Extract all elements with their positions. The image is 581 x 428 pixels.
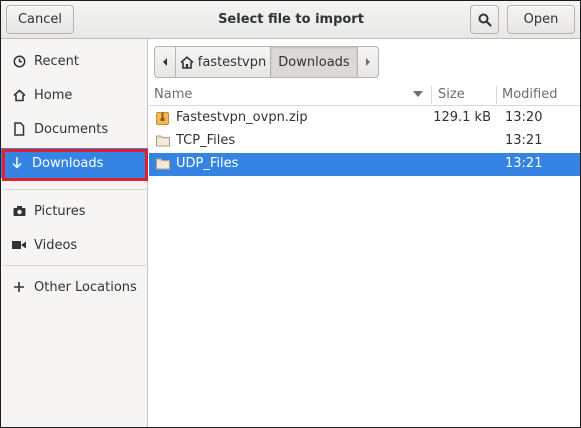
- folder-icon: [156, 134, 170, 148]
- video-icon: [12, 238, 26, 252]
- chevron-right-icon: [366, 58, 370, 66]
- header-bar: Cancel Select file to import Open: [1, 1, 580, 39]
- sidebar-item-label: Other Locations: [34, 279, 137, 295]
- clock-icon: [12, 54, 26, 68]
- file-modified: 13:20: [505, 110, 543, 125]
- document-icon: [12, 122, 26, 136]
- sidebar-separator: [3, 265, 146, 266]
- sidebar-item-pictures[interactable]: Pictures: [3, 196, 147, 226]
- sidebar-item-label: Home: [34, 87, 73, 103]
- file-row[interactable]: Fastestvpn_ovpn.zip 129.1 kB 13:20: [149, 107, 580, 130]
- path-scroll-left-button[interactable]: [154, 46, 176, 78]
- home-icon: [180, 55, 194, 69]
- file-row[interactable]: TCP_Files 13:21: [149, 130, 580, 153]
- file-chooser-dialog: Cancel Select file to import Open Recent…: [0, 0, 581, 428]
- sidebar-item-downloads[interactable]: Downloads: [1, 148, 148, 178]
- home-icon: [12, 88, 26, 102]
- path-bar: fastestvpn Downloads: [154, 46, 379, 78]
- file-modified: 13:21: [505, 133, 543, 148]
- file-name: Fastestvpn_ovpn.zip: [176, 110, 308, 125]
- column-header-size[interactable]: Size: [438, 87, 465, 102]
- column-header-modified[interactable]: Modified: [502, 87, 557, 102]
- sort-descending-icon: [413, 91, 423, 97]
- sidebar-item-label: Documents: [34, 121, 109, 137]
- column-divider[interactable]: [431, 86, 432, 104]
- file-name: TCP_Files: [176, 133, 236, 148]
- sidebar-item-label: Downloads: [32, 155, 104, 171]
- path-button-label: fastestvpn: [197, 54, 267, 70]
- column-divider[interactable]: [496, 86, 497, 104]
- folder-icon: [156, 157, 170, 171]
- sidebar-item-label: Recent: [34, 53, 79, 69]
- sidebar-item-home[interactable]: Home: [3, 80, 147, 110]
- cancel-button[interactable]: Cancel: [6, 5, 74, 34]
- sidebar-item-label: Pictures: [34, 203, 86, 219]
- open-button[interactable]: Open: [507, 5, 575, 34]
- camera-icon: [12, 204, 26, 218]
- sidebar-item-other-locations[interactable]: Other Locations: [3, 272, 147, 302]
- path-button-downloads[interactable]: Downloads: [270, 46, 358, 78]
- download-icon: [10, 156, 24, 170]
- sidebar-item-recent[interactable]: Recent: [3, 46, 147, 76]
- archive-icon: [156, 111, 170, 125]
- file-name: UDP_Files: [176, 156, 239, 171]
- dialog-title: Select file to import: [218, 12, 364, 27]
- path-scroll-right-button[interactable]: [357, 46, 379, 78]
- sidebar-item-videos[interactable]: Videos: [3, 230, 147, 260]
- path-button-label: Downloads: [278, 54, 350, 70]
- file-modified: 13:21: [505, 156, 543, 171]
- file-size: 129.1 kB: [433, 110, 491, 125]
- path-button-home[interactable]: fastestvpn: [175, 46, 271, 78]
- search-button[interactable]: [470, 5, 499, 34]
- sidebar-item-documents[interactable]: Documents: [3, 114, 147, 144]
- places-sidebar: Recent Home Documents Downloads Pictures…: [1, 39, 148, 427]
- column-header-row: Name Size Modified: [149, 84, 580, 106]
- sidebar-item-label: Videos: [34, 237, 78, 253]
- file-row-selected[interactable]: UDP_Files 13:21: [149, 153, 580, 176]
- plus-icon: [12, 280, 26, 294]
- file-list: Name Size Modified Fastestvpn_ovpn.zip 1…: [149, 84, 580, 427]
- column-header-name[interactable]: Name: [154, 87, 192, 102]
- search-icon: [478, 13, 492, 27]
- sidebar-separator: [3, 189, 146, 190]
- chevron-left-icon: [163, 58, 167, 66]
